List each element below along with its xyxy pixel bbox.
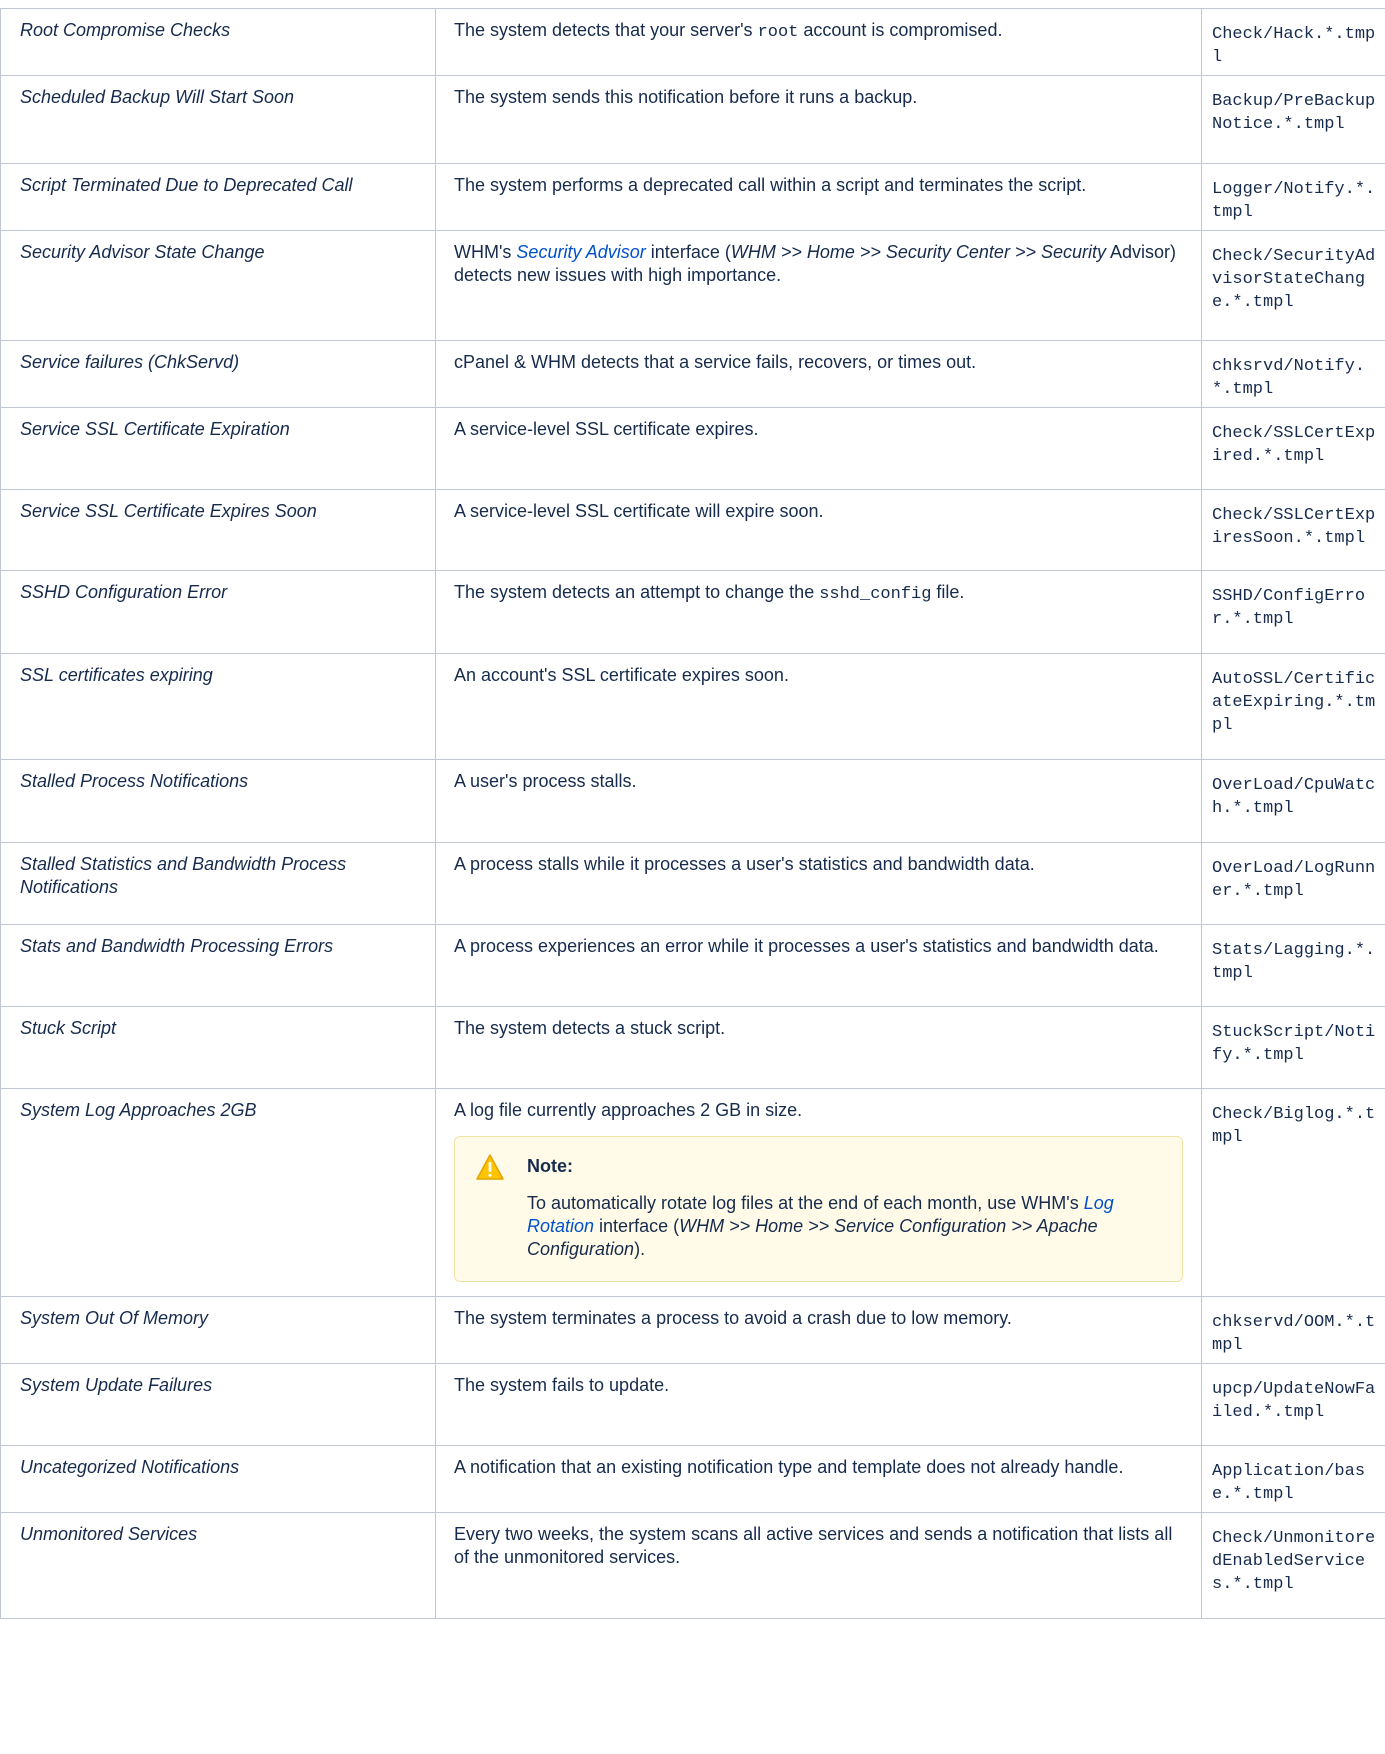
template-path: chkservd/OOM.*.tmpl bbox=[1212, 1313, 1376, 1355]
notification-name: Stuck Script bbox=[20, 1018, 117, 1038]
notification-name: Security Advisor State Change bbox=[20, 242, 265, 262]
table-row: Scheduled Backup Will Start Soon The sys… bbox=[0, 75, 1385, 164]
table-row: Security Advisor State Change WHM's Secu… bbox=[0, 230, 1385, 341]
notification-name: Stalled Statistics and Bandwidth Process… bbox=[20, 854, 347, 897]
template-path: OverLoad/CpuWatch.*.tmpl bbox=[1212, 776, 1376, 818]
notification-description: A log file currently approaches 2 GB in … bbox=[436, 1089, 1201, 1282]
template-path: Check/Hack.*.tmpl bbox=[1212, 25, 1376, 67]
template-path: Check/SecurityAdvisorStateChange.*.tmpl bbox=[1212, 247, 1376, 312]
template-path: Application/base.*.tmpl bbox=[1212, 1462, 1366, 1504]
table-row: Service failures (ChkServd) cPanel & WHM… bbox=[0, 340, 1385, 408]
template-path: upcp/UpdateNowFailed.*.tmpl bbox=[1212, 1380, 1376, 1422]
menu-path: WHM >> Home >> Security Center >> Securi… bbox=[730, 242, 1106, 262]
table-row: SSHD Configuration Error The system dete… bbox=[0, 570, 1385, 654]
notification-name: SSHD Configuration Error bbox=[20, 582, 228, 602]
notification-description: The system terminates a process to avoid… bbox=[454, 1308, 1012, 1328]
notification-name: System Out Of Memory bbox=[20, 1308, 209, 1328]
notification-name: Uncategorized Notifications bbox=[20, 1457, 240, 1477]
template-path: SSHD/ConfigError.*.tmpl bbox=[1212, 587, 1366, 629]
notification-description: A notification that an existing notifica… bbox=[454, 1457, 1124, 1477]
template-path: Backup/PreBackupNotice.*.tmpl bbox=[1212, 92, 1376, 134]
notification-name: Service SSL Certificate Expires Soon bbox=[20, 501, 317, 521]
notification-description: The system fails to update. bbox=[454, 1375, 670, 1395]
notification-name: System Log Approaches 2GB bbox=[20, 1100, 257, 1120]
table-row: Stalled Process Notifications A user's p… bbox=[0, 759, 1385, 843]
inline-code: sshd_config bbox=[819, 585, 932, 604]
notification-description: A service-level SSL certificate expires. bbox=[454, 419, 759, 439]
notification-name: Unmonitored Services bbox=[20, 1524, 198, 1544]
notification-name: SSL certificates expiring bbox=[20, 665, 213, 685]
template-path: Check/SSLCertExpired.*.tmpl bbox=[1212, 424, 1376, 466]
table-row: Unmonitored Services Every two weeks, th… bbox=[0, 1512, 1385, 1619]
table-row: System Out Of Memory The system terminat… bbox=[0, 1296, 1385, 1364]
table-row: Root Compromise Checks The system detect… bbox=[0, 8, 1385, 76]
notification-description: The system detects a stuck script. bbox=[454, 1018, 726, 1038]
notification-description: A user's process stalls. bbox=[454, 771, 637, 791]
notifications-table: Root Compromise Checks The system detect… bbox=[0, 8, 1385, 1619]
table-row: Stuck Script The system detects a stuck … bbox=[0, 1006, 1385, 1089]
note-title: Note: bbox=[527, 1156, 573, 1176]
notification-name: System Update Failures bbox=[20, 1375, 213, 1395]
security-advisor-link[interactable]: Security Advisor bbox=[516, 242, 645, 262]
template-path: Check/SSLCertExpiresSoon.*.tmpl bbox=[1212, 506, 1376, 548]
notification-description: The system detects an attempt to change … bbox=[454, 582, 965, 604]
template-path: Check/Biglog.*.tmpl bbox=[1212, 1105, 1376, 1147]
table-row: Service SSL Certificate Expiration A ser… bbox=[0, 407, 1385, 490]
table-row: System Log Approaches 2GB A log file cur… bbox=[0, 1088, 1385, 1297]
table-row: Service SSL Certificate Expires Soon A s… bbox=[0, 489, 1385, 571]
notification-name: Scheduled Backup Will Start Soon bbox=[20, 87, 294, 107]
template-path: Check/UnmonitoredEnabledServices.*.tmpl bbox=[1212, 1529, 1376, 1594]
notification-name: Root Compromise Checks bbox=[20, 20, 231, 40]
table-row: SSL certificates expiring An account's S… bbox=[0, 653, 1385, 760]
notification-description: The system performs a deprecated call wi… bbox=[454, 175, 1087, 195]
notification-description: The system sends this notification befor… bbox=[454, 87, 918, 107]
notification-name: Stats and Bandwidth Processing Errors bbox=[20, 936, 334, 956]
table-row: Stats and Bandwidth Processing Errors A … bbox=[0, 924, 1385, 1007]
notification-description: WHM's Security Advisor interface (WHM >>… bbox=[454, 242, 1177, 285]
notification-name: Stalled Process Notifications bbox=[20, 771, 249, 791]
table-row: Script Terminated Due to Deprecated Call… bbox=[0, 163, 1385, 231]
template-path: AutoSSL/CertificateExpiring.*.tmpl bbox=[1212, 670, 1376, 735]
note-body: To automatically rotate log files at the… bbox=[527, 1193, 1114, 1259]
notification-description: The system detects that your server's ro… bbox=[454, 20, 1003, 42]
template-path: chksrvd/Notify.*.tmpl bbox=[1212, 357, 1366, 399]
inline-code: root bbox=[757, 23, 799, 42]
template-path: OverLoad/LogRunner.*.tmpl bbox=[1212, 859, 1376, 901]
notification-name: Service failures (ChkServd) bbox=[20, 352, 240, 372]
template-path: StuckScript/Notify.*.tmpl bbox=[1212, 1023, 1376, 1065]
notification-description: Every two weeks, the system scans all ac… bbox=[454, 1524, 1173, 1567]
notification-description: cPanel & WHM detects that a service fail… bbox=[454, 352, 977, 372]
note-panel: Note: To automatically rotate log files … bbox=[454, 1136, 1183, 1282]
notification-description: A process experiences an error while it … bbox=[454, 936, 1159, 956]
template-path: Logger/Notify.*.tmpl bbox=[1212, 180, 1376, 222]
table-row: Uncategorized Notifications A notificati… bbox=[0, 1445, 1385, 1513]
notification-description: An account's SSL certificate expires soo… bbox=[454, 665, 789, 685]
notification-name: Script Terminated Due to Deprecated Call bbox=[20, 175, 353, 195]
template-path: Stats/Lagging.*.tmpl bbox=[1212, 941, 1376, 983]
notification-description: A service-level SSL certificate will exp… bbox=[454, 501, 824, 521]
notification-description: A process stalls while it processes a us… bbox=[454, 854, 1035, 874]
notification-name: Service SSL Certificate Expiration bbox=[20, 419, 290, 439]
warning-icon bbox=[476, 1154, 504, 1180]
table-row: Stalled Statistics and Bandwidth Process… bbox=[0, 842, 1385, 925]
table-row: System Update Failures The system fails … bbox=[0, 1363, 1385, 1446]
